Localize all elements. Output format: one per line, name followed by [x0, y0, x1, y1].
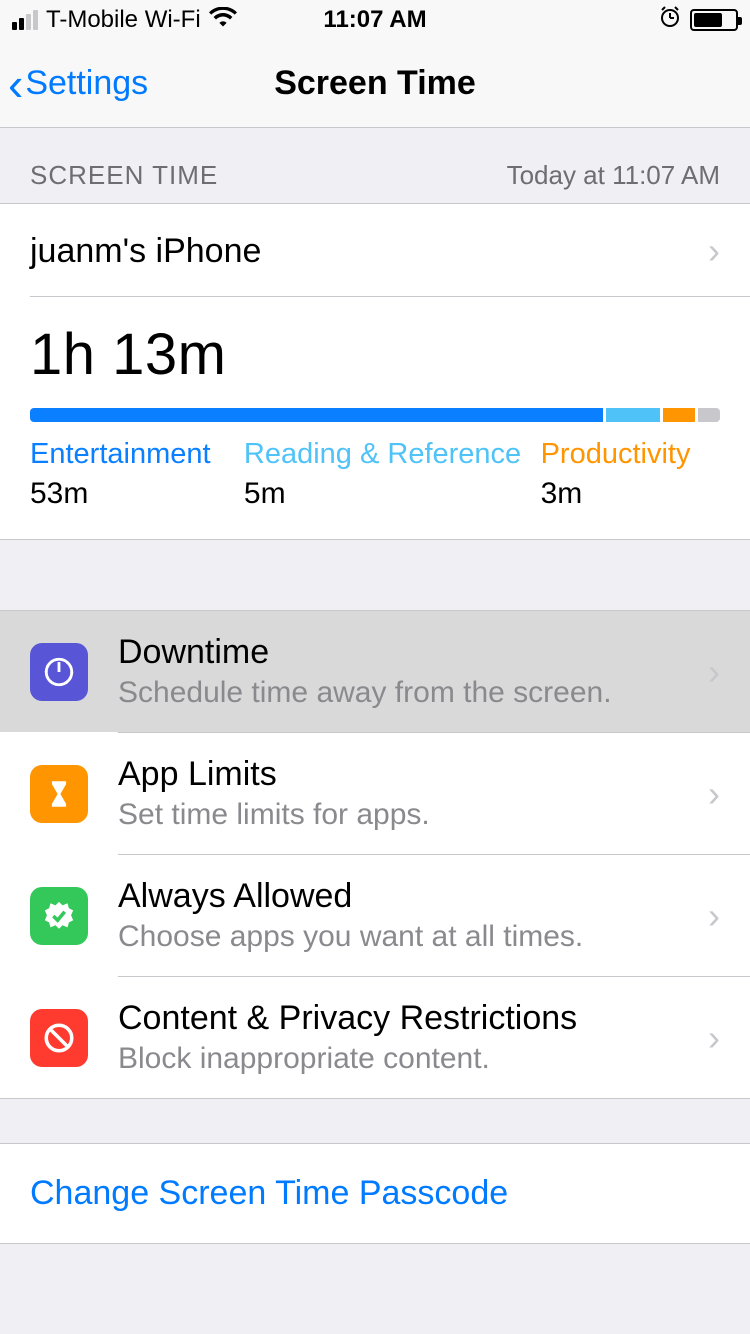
usage-bar-segment [663, 408, 695, 422]
usage-block[interactable]: 1h 13m Entertainment 53mReading & Referen… [0, 297, 750, 539]
battery-icon [690, 9, 738, 31]
usage-category-time: 53m [30, 477, 244, 511]
usage-group: juanm's iPhone › 1h 13m Entertainment 53m… [0, 203, 750, 540]
section-header: SCREEN TIME Today at 11:07 AM [0, 128, 750, 203]
content-privacy-title: Content & Privacy Restrictions [118, 999, 720, 1038]
chevron-right-icon: › [708, 230, 720, 272]
usage-category-name: Productivity [541, 438, 720, 471]
usage-category: Reading & Reference 5m [244, 438, 541, 511]
chevron-right-icon: › [708, 1017, 720, 1059]
usage-bar-segment [30, 408, 603, 422]
section-header-left: SCREEN TIME [30, 160, 218, 191]
carrier-label: T-Mobile Wi-Fi [46, 6, 201, 34]
wifi-icon [209, 6, 237, 34]
content-privacy-icon [30, 1009, 88, 1067]
always-allowed-subtitle: Choose apps you want at all times. [118, 920, 720, 954]
device-row[interactable]: juanm's iPhone › [0, 204, 750, 296]
usage-category-name: Entertainment [30, 438, 244, 471]
usage-bar-segment-other [698, 408, 720, 422]
downtime-icon [30, 643, 88, 701]
usage-category-time: 5m [244, 477, 541, 511]
chevron-right-icon: › [708, 651, 720, 693]
status-time: 11:07 AM [323, 6, 426, 34]
usage-total: 1h 13m [30, 321, 720, 388]
usage-category-time: 3m [541, 477, 720, 511]
downtime-row[interactable]: Downtime Schedule time away from the scre… [0, 611, 750, 732]
downtime-title: Downtime [118, 633, 720, 672]
usage-category: Entertainment 53m [30, 438, 244, 511]
always-allowed-title: Always Allowed [118, 877, 720, 916]
chevron-right-icon: › [708, 895, 720, 937]
device-name: juanm's iPhone [30, 232, 261, 271]
usage-categories: Entertainment 53mReading & Reference 5mPro… [30, 438, 720, 511]
nav-bar: ‹ Settings Screen Time [0, 40, 750, 128]
alarm-icon [658, 5, 682, 35]
change-passcode-label: Change Screen Time Passcode [30, 1174, 508, 1212]
app-limits-title: App Limits [118, 755, 720, 794]
usage-category-name: Reading & Reference [244, 438, 541, 471]
features-group: Downtime Schedule time away from the scre… [0, 610, 750, 1099]
page-title: Screen Time [274, 64, 476, 103]
usage-bar-segment [606, 408, 660, 422]
app-limits-subtitle: Set time limits for apps. [118, 798, 720, 832]
usage-bar-chart [30, 408, 720, 422]
always-allowed-row[interactable]: Always Allowed Choose apps you want at al… [0, 855, 750, 976]
change-passcode-row[interactable]: Change Screen Time Passcode [0, 1143, 750, 1244]
status-bar: T-Mobile Wi-Fi 11:07 AM [0, 0, 750, 40]
signal-bars-icon [12, 10, 38, 30]
content-privacy-row[interactable]: Content & Privacy Restrictions Block inap… [0, 977, 750, 1098]
always-allowed-icon [30, 887, 88, 945]
section-header-right: Today at 11:07 AM [507, 160, 720, 191]
chevron-right-icon: › [708, 773, 720, 815]
back-button[interactable]: ‹ Settings [8, 40, 148, 127]
usage-category: Productivity 3m [541, 438, 720, 511]
back-label: Settings [25, 64, 148, 103]
app-limits-icon [30, 765, 88, 823]
chevron-left-icon: ‹ [8, 61, 23, 107]
content-privacy-subtitle: Block inappropriate content. [118, 1042, 720, 1076]
app-limits-row[interactable]: App Limits Set time limits for apps.› [0, 733, 750, 854]
downtime-subtitle: Schedule time away from the screen. [118, 676, 720, 710]
